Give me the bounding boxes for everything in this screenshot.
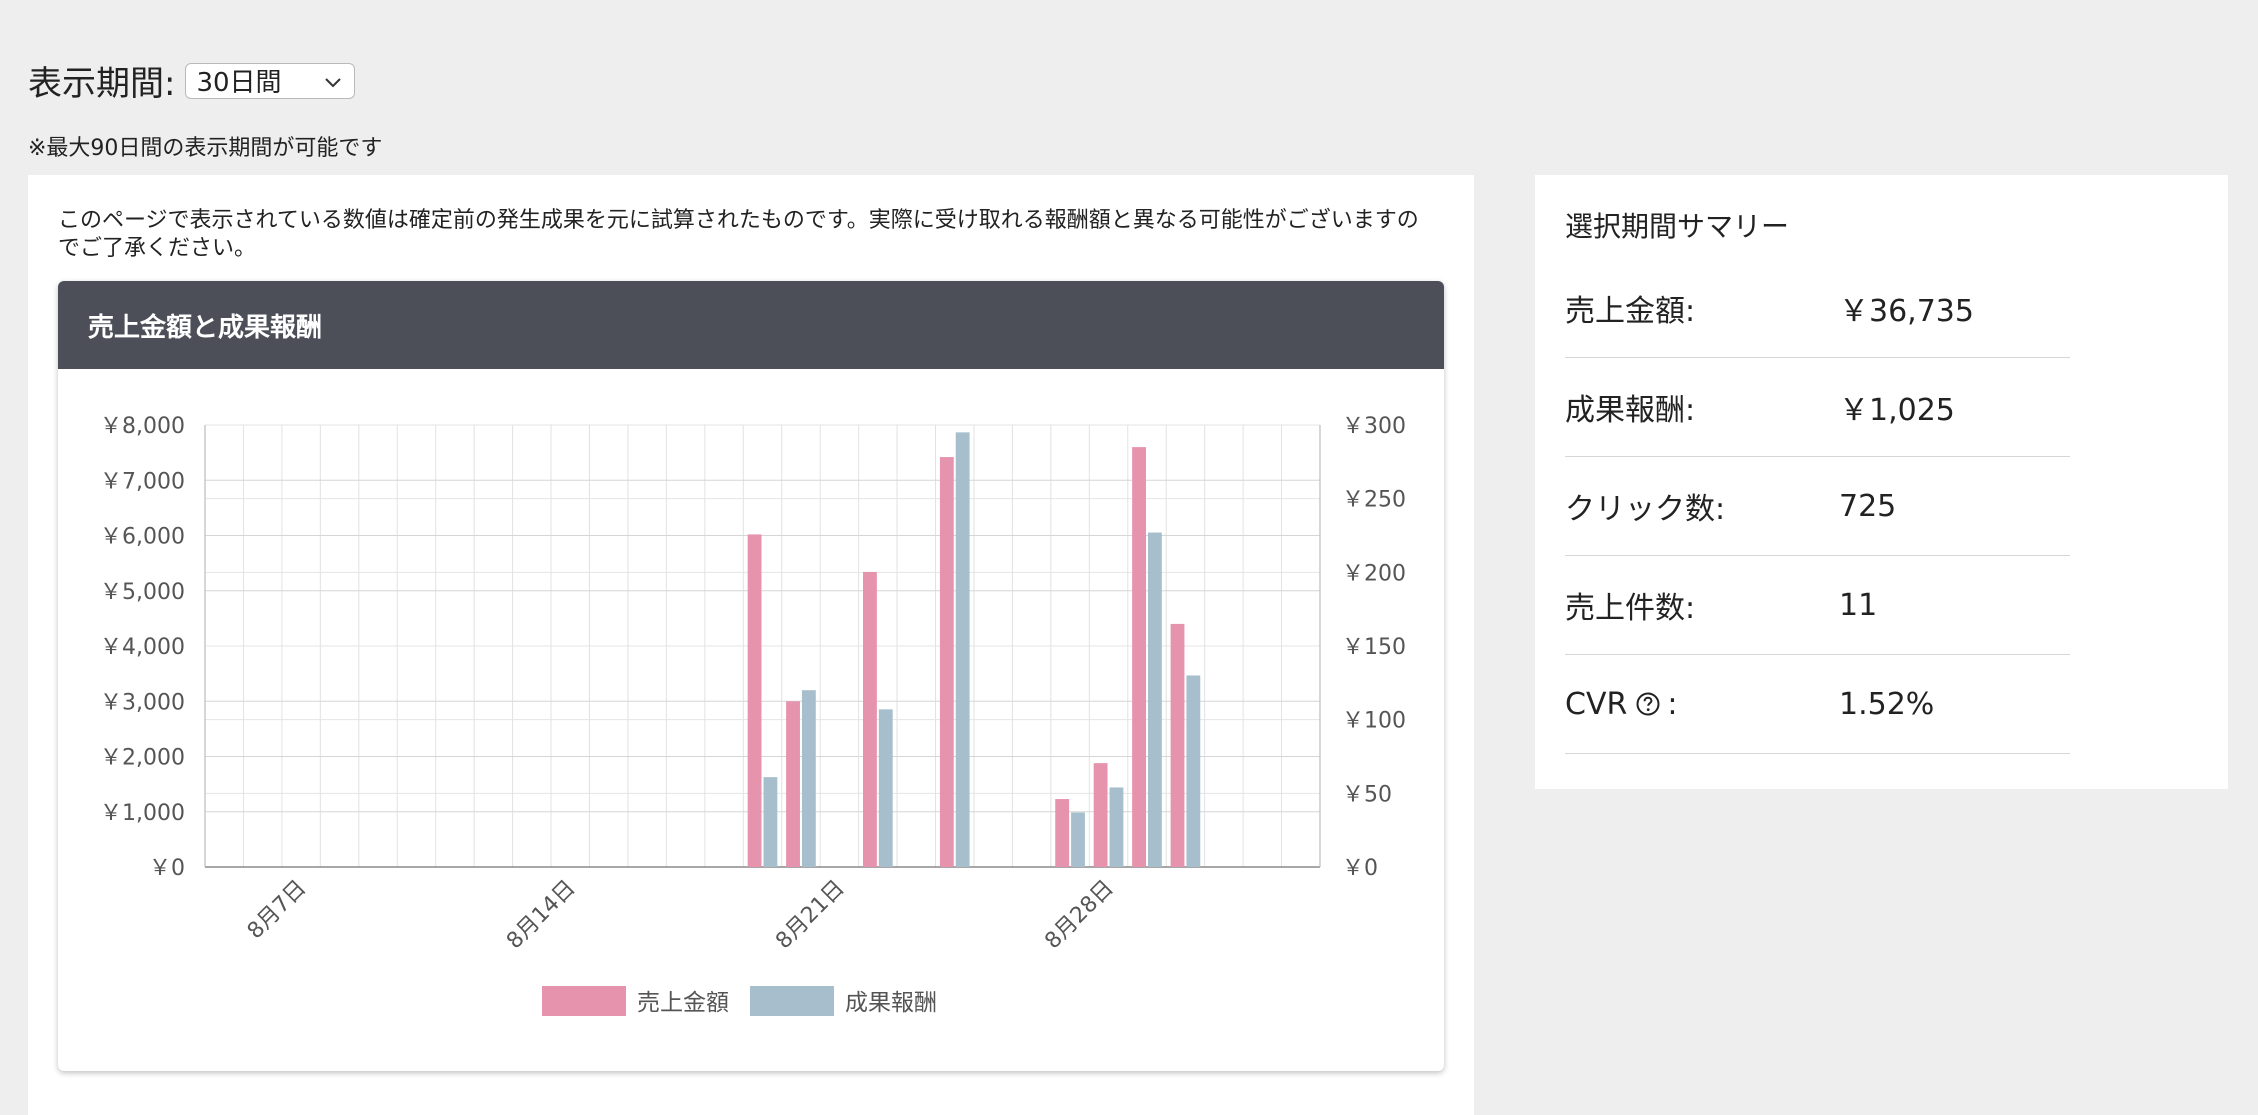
period-note: ※最大90日間の表示期間が可能です xyxy=(28,136,383,161)
period-select[interactable]: 30日間 xyxy=(185,62,356,100)
cvr-label-suffix: : xyxy=(1667,686,1678,722)
period-selector: 表示期間: 30日間 xyxy=(28,56,356,105)
x-tick-label: 8月28日 xyxy=(1040,876,1118,954)
y-left-tick-label: ￥6,000 xyxy=(100,525,185,550)
y-left-tick-label: ￥4,000 xyxy=(100,635,185,660)
report-card: このページで表示されている数値は確定前の発生成果を元に試算されたものです。実際に… xyxy=(28,175,1474,1115)
y-left-tick-label: ￥8,000 xyxy=(100,414,185,439)
summary-label: 成果報酬: xyxy=(1565,393,1696,428)
bar-sales xyxy=(863,571,877,867)
chart-title: 売上金額と成果報酬 xyxy=(58,281,1444,369)
bar-reward xyxy=(878,709,893,867)
bar-reward xyxy=(1147,532,1162,867)
summary-row-clicks: クリック数: 725 xyxy=(1565,457,2070,556)
legend-swatch xyxy=(542,986,626,1016)
y-right-tick-label: ￥300 xyxy=(1342,414,1406,439)
bar-reward xyxy=(801,690,816,867)
summary-label: 売上金額: xyxy=(1565,294,1696,329)
chevron-down-icon xyxy=(322,70,344,100)
y-left-tick-label: ￥0 xyxy=(149,856,185,881)
x-tick-label: 8月7日 xyxy=(243,876,312,945)
y-right-tick-label: ￥0 xyxy=(1342,856,1378,881)
summary-list: 売上金額: ￥36,735 成果報酬: ￥1,025 クリック数: 725 売上… xyxy=(1565,259,2070,754)
bar-sales xyxy=(786,701,800,867)
y-right-tick-label: ￥50 xyxy=(1342,782,1392,807)
bar-sales xyxy=(1093,763,1108,867)
legend-label: 成果報酬 xyxy=(845,990,937,1016)
y-right-tick-label: ￥200 xyxy=(1342,561,1406,586)
chart-panel: 売上金額と成果報酬 ￥0 ￥1,000 ￥2,000 ￥3,000 ￥4,000 ￥5,0… xyxy=(58,281,1444,1071)
period-select-value: 30日間 xyxy=(196,68,282,98)
y-right-tick-label: ￥100 xyxy=(1342,709,1406,734)
bar-sales xyxy=(939,457,954,867)
summary-label-cvr: CVR : xyxy=(1565,687,1839,722)
bar-sales xyxy=(1055,799,1070,867)
x-tick-label: 8月21日 xyxy=(771,876,849,954)
y-left-tick-label: ￥5,000 xyxy=(100,580,185,605)
summary-row-reward: 成果報酬: ￥1,025 xyxy=(1565,358,2070,457)
period-label: 表示期間: xyxy=(28,64,176,104)
bar-reward xyxy=(1071,812,1085,867)
summary-row-cvr: CVR : 1.52% xyxy=(1565,655,2070,754)
y-left-tick-label: ￥2,000 xyxy=(100,746,185,771)
bar-sales xyxy=(1170,623,1185,867)
bar-sales xyxy=(1132,447,1146,867)
bar-reward xyxy=(1186,675,1201,867)
summary-label: クリック数: xyxy=(1565,492,1726,527)
bar-reward xyxy=(1109,787,1124,867)
legend-swatch xyxy=(750,986,834,1016)
summary-value: 11 xyxy=(1839,587,1878,623)
summary-value: 725 xyxy=(1839,488,1897,524)
y-left-tick-label: ￥3,000 xyxy=(100,690,185,715)
summary-value: 1.52% xyxy=(1839,686,1935,722)
summary-value: ￥36,735 xyxy=(1839,294,1974,329)
y-left-tick-label: ￥1,000 xyxy=(100,801,185,826)
summary-label: 売上件数: xyxy=(1565,591,1696,626)
y-left-tick-label: ￥7,000 xyxy=(100,469,185,494)
summary-row-sales: 売上金額: ￥36,735 xyxy=(1565,259,2070,358)
cvr-label: CVR xyxy=(1565,686,1628,722)
y-right-tick-label: ￥150 xyxy=(1342,635,1406,660)
legend-label: 売上金額 xyxy=(637,990,729,1016)
y-right-tick-label: ￥250 xyxy=(1342,488,1406,513)
summary-title: 選択期間サマリー xyxy=(1565,210,1790,243)
bar-sales xyxy=(747,534,762,867)
summary-card: 選択期間サマリー 売上金額: ￥36,735 成果報酬: ￥1,025 クリック… xyxy=(1535,175,2228,789)
summary-value: ￥1,025 xyxy=(1839,393,1955,428)
disclaimer-text: このページで表示されている数値は確定前の発生成果を元に試算されたものです。実際に… xyxy=(58,208,1419,261)
summary-row-orders: 売上件数: 11 xyxy=(1565,556,2070,655)
bar-reward xyxy=(955,432,970,867)
x-tick-label: 8月14日 xyxy=(502,876,580,954)
bar-reward xyxy=(763,777,778,867)
question-circle-icon[interactable] xyxy=(1635,691,1661,717)
sales-reward-chart: ￥0 ￥1,000 ￥2,000 ￥3,000 ￥4,000 ￥5,000 ￥6,000 ￥7… xyxy=(100,414,1406,1016)
